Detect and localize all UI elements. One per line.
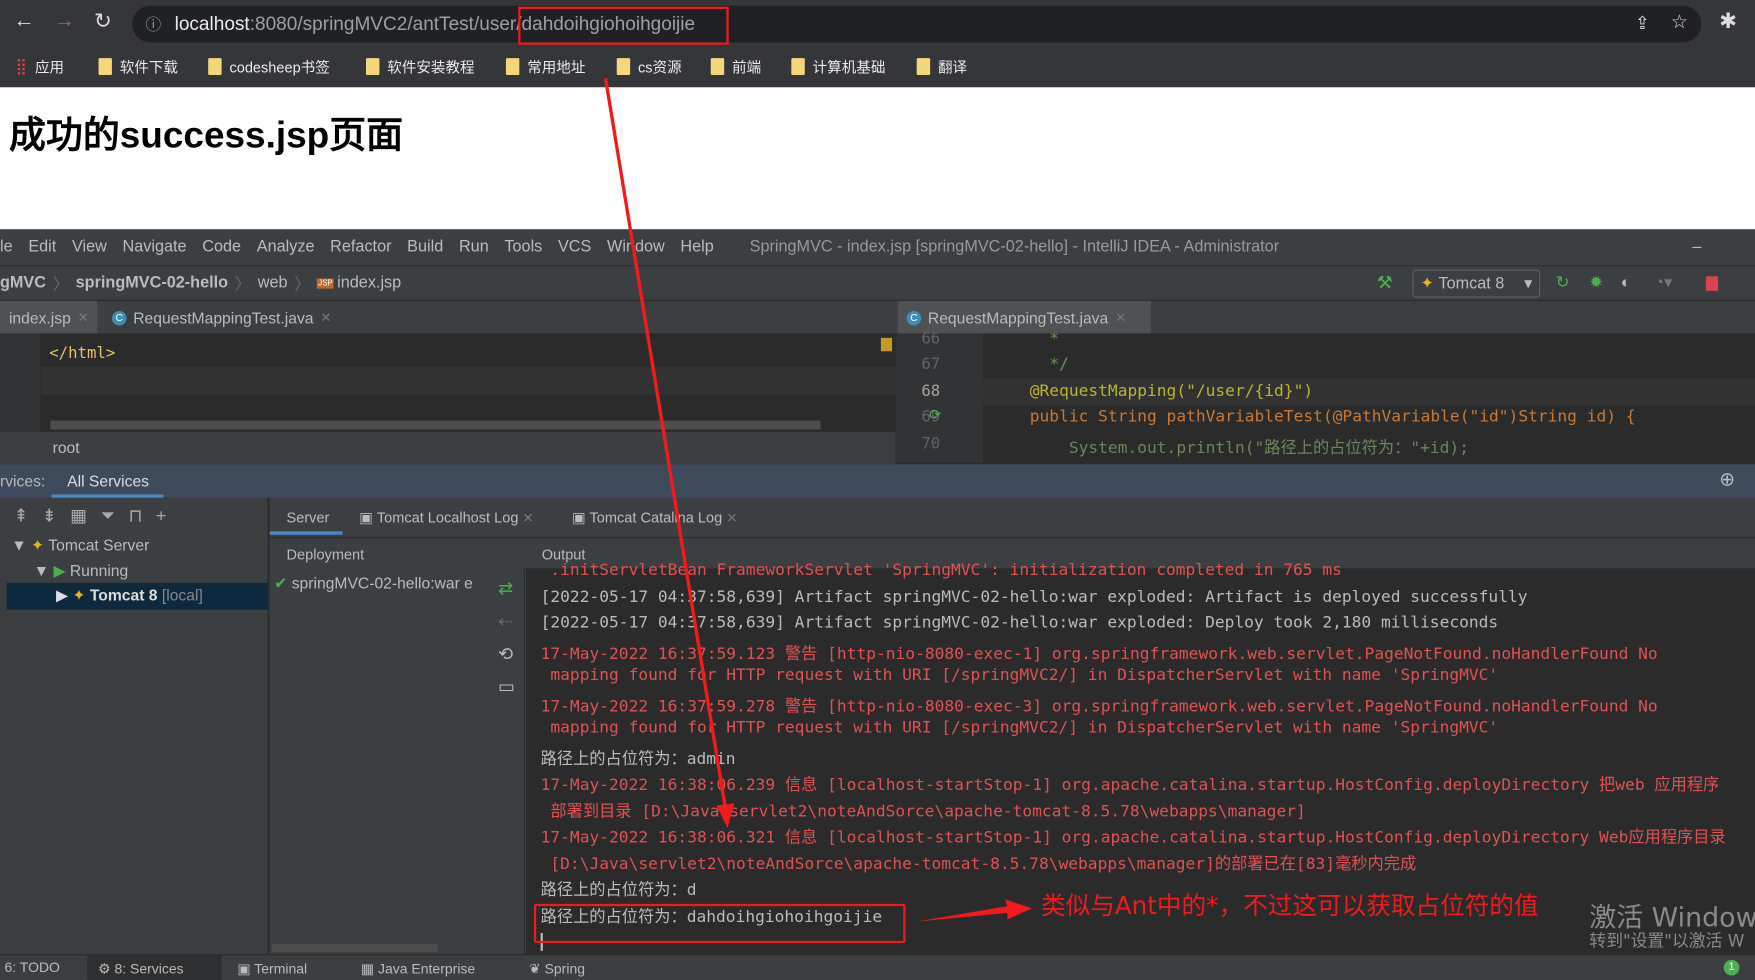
arrowhead	[716, 803, 735, 828]
screen: ← → ↻ ⓘ localhost:8080/springMVC2/antTes…	[0, 0, 1755, 980]
arrow-url-to-output	[603, 78, 727, 808]
annotation-arrows	[603, 78, 1032, 922]
arrow-to-annotation	[915, 899, 1032, 922]
